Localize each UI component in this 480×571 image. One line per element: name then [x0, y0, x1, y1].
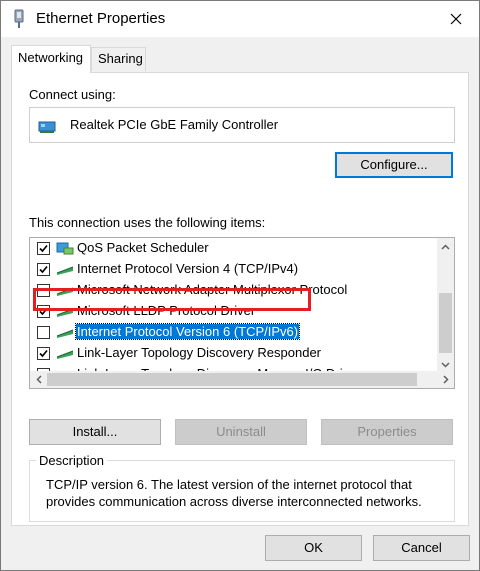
configure-button-label: Configure... [360, 157, 428, 172]
item-label-lltd-responder: Link-Layer Topology Discovery Responder [77, 345, 321, 360]
protocol-icon [56, 308, 74, 317]
uninstall-button[interactable]: Uninstall [175, 419, 307, 445]
scroll-right-button[interactable] [437, 371, 454, 388]
check-icon [39, 349, 48, 358]
chevron-down-icon [441, 361, 450, 368]
vertical-scroll-thumb[interactable] [439, 293, 452, 353]
list-item-multiplexor[interactable]: Microsoft Network Adapter Multiplexor Pr… [30, 280, 434, 301]
protocol-icon [56, 350, 74, 359]
dialog-body: Networking Sharing Connect using: Realte… [1, 37, 479, 570]
properties-button[interactable]: Properties [321, 419, 453, 445]
ok-button-label: OK [304, 540, 323, 555]
properties-button-label: Properties [357, 424, 417, 439]
title-bar: Ethernet Properties [1, 1, 479, 37]
scroll-left-button[interactable] [30, 371, 47, 388]
tab-sharing[interactable]: Sharing [91, 47, 146, 71]
install-button-label: Install... [72, 424, 118, 439]
configure-button[interactable]: Configure... [335, 152, 453, 178]
chevron-up-icon [441, 243, 450, 250]
network-card-icon [38, 121, 56, 133]
networking-panel: Connect using: Realtek PCIe GbE Family C… [11, 72, 469, 526]
checkbox-lldp[interactable] [37, 305, 50, 318]
item-label-qos: QoS Packet Scheduler [77, 240, 209, 255]
tab-networking[interactable]: Networking [11, 45, 91, 73]
horizontal-scrollbar[interactable] [30, 371, 454, 388]
horizontal-scroll-thumb[interactable] [47, 373, 417, 386]
cancel-button-label: Cancel [401, 540, 442, 555]
scroll-up-button[interactable] [437, 238, 454, 255]
protocol-icon [56, 266, 74, 275]
chevron-right-icon [442, 375, 449, 384]
protocol-icon [56, 287, 74, 296]
list-item-lltd-responder[interactable]: Link-Layer Topology Discovery Responder [30, 343, 434, 364]
qos-icon [56, 242, 74, 255]
items-label: This connection uses the following items… [29, 215, 266, 230]
ethernet-properties-dialog: Ethernet Properties Networking Sharing C… [0, 0, 480, 571]
close-button[interactable] [433, 1, 479, 37]
close-icon [450, 13, 462, 25]
cancel-button[interactable]: Cancel [373, 535, 470, 561]
checkbox-qos[interactable] [37, 242, 50, 255]
item-label-multiplexor: Microsoft Network Adapter Multiplexor Pr… [77, 282, 348, 297]
list-item-ipv4[interactable]: Internet Protocol Version 4 (TCP/IPv4) [30, 259, 434, 280]
network-adapter-icon [14, 9, 24, 28]
uninstall-button-label: Uninstall [216, 424, 266, 439]
check-icon [39, 307, 48, 316]
check-icon [39, 265, 48, 274]
description-legend: Description [36, 453, 108, 468]
ok-button[interactable]: OK [265, 535, 362, 561]
description-text: TCP/IP version 6. The latest version of … [46, 477, 422, 509]
components-list[interactable]: QoS Packet Scheduler Internet Protocol V… [29, 237, 455, 389]
chevron-left-icon [35, 375, 42, 384]
checkbox-lltd-responder[interactable] [37, 347, 50, 360]
adapter-field: Realtek PCIe GbE Family Controller [29, 107, 455, 143]
list-item-qos[interactable]: QoS Packet Scheduler [30, 238, 434, 259]
item-label-lldp: Microsoft LLDP Protocol Driver [77, 303, 256, 318]
checkbox-ipv6[interactable] [37, 326, 50, 339]
list-item-ipv6[interactable]: Internet Protocol Version 6 (TCP/IPv6) [30, 322, 434, 343]
adapter-name: Realtek PCIe GbE Family Controller [70, 117, 279, 132]
checkbox-ipv4[interactable] [37, 263, 50, 276]
item-label-ipv4: Internet Protocol Version 4 (TCP/IPv4) [77, 261, 299, 276]
protocol-icon [56, 329, 74, 338]
list-item-lldp[interactable]: Microsoft LLDP Protocol Driver [30, 301, 434, 322]
install-button[interactable]: Install... [29, 419, 161, 445]
connect-using-label: Connect using: [29, 87, 116, 102]
check-icon [39, 244, 48, 253]
window-title: Ethernet Properties [36, 10, 166, 27]
item-label-ipv6: Internet Protocol Version 6 (TCP/IPv6) [74, 323, 301, 340]
vertical-scrollbar[interactable] [437, 238, 454, 373]
checkbox-multiplexor[interactable] [37, 284, 50, 297]
